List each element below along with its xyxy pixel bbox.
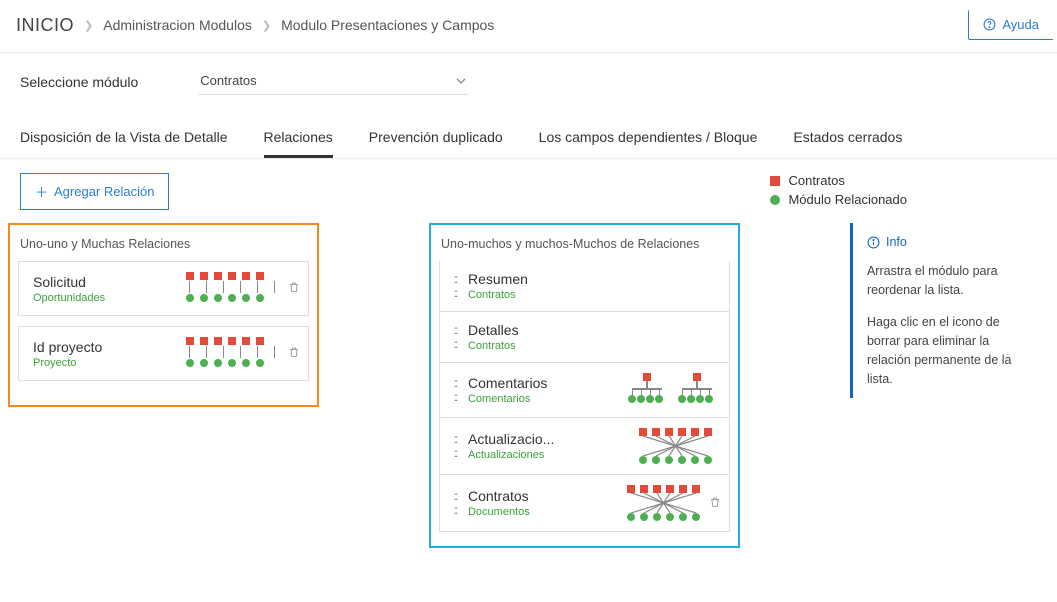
relation-card[interactable]: :::: Resumen Contratos: [439, 261, 730, 312]
legend-red-label: Contratos: [788, 173, 844, 188]
tab-dependent[interactable]: Los campos dependientes / Bloque: [539, 129, 758, 158]
drag-handle-icon[interactable]: ::::: [448, 376, 462, 404]
topbar: INICIO ❯ Administracion Modulos ❯ Modulo…: [0, 0, 1057, 53]
breadcrumb-l2[interactable]: Modulo Presentaciones y Campos: [281, 17, 494, 33]
help-label: Ayuda: [1002, 17, 1039, 32]
relation-sub: Oportunidades: [33, 292, 123, 304]
relation-card[interactable]: Id proyecto Proyecto: [18, 326, 309, 381]
info-circle-icon: [867, 236, 880, 249]
delete-relation-button[interactable]: [288, 280, 300, 297]
many-many-diagram: [627, 485, 703, 521]
breadcrumb-l1[interactable]: Administracion Modulos: [103, 17, 252, 33]
tabs: Disposición de la Vista de Detalle Relac…: [0, 103, 1057, 159]
delete-relation-button[interactable]: [709, 495, 721, 512]
tab-duplicate[interactable]: Prevención duplicado: [369, 129, 503, 158]
relation-card[interactable]: :::: Actualizacio... Actualizaciones: [439, 418, 730, 475]
tab-relations[interactable]: Relaciones: [264, 129, 333, 158]
legend-green-swatch: [770, 195, 780, 205]
module-select[interactable]: Contratos: [198, 69, 468, 95]
relation-card[interactable]: :::: Detalles Contratos: [439, 312, 730, 363]
info-text: Haga clic en el icono de borrar para eli…: [867, 313, 1035, 388]
relation-sub: Comentarios: [468, 393, 558, 405]
chevron-down-icon: [456, 76, 466, 86]
tab-layout[interactable]: Disposición de la Vista de Detalle: [20, 129, 228, 158]
delete-relation-button[interactable]: [288, 345, 300, 362]
drag-handle-icon[interactable]: ::::: [448, 432, 462, 460]
tab-closed[interactable]: Estados cerrados: [793, 129, 902, 158]
relation-title: Id proyecto: [33, 339, 123, 355]
chevron-right-icon: ❯: [84, 19, 93, 32]
drag-handle-icon[interactable]: ::::: [448, 323, 462, 351]
legend-green-label: Módulo Relacionado: [788, 192, 907, 207]
breadcrumb-home[interactable]: INICIO: [16, 15, 74, 36]
relation-sub: Proyecto: [33, 357, 123, 369]
one-many-panel: Uno-muchos y muchos-Muchos de Relaciones…: [429, 223, 740, 548]
relation-sub: Actualizaciones: [468, 449, 558, 461]
one-many-title: Uno-muchos y muchos-Muchos de Relaciones: [441, 237, 728, 251]
one-one-panel: Uno-uno y Muchas Relaciones Solicitud Op…: [8, 223, 319, 407]
question-circle-icon: [983, 18, 996, 31]
relation-title: Resumen: [468, 271, 558, 287]
relation-title: Actualizacio...: [468, 431, 558, 447]
help-button[interactable]: Ayuda: [968, 10, 1053, 40]
one-many-diagram: [629, 373, 715, 407]
drag-handle-icon[interactable]: ::::: [448, 272, 462, 300]
module-selector-label: Seleccione módulo: [20, 74, 138, 90]
columns: Uno-uno y Muchas Relaciones Solicitud Op…: [0, 211, 1057, 548]
one-one-diagram: [186, 272, 282, 305]
module-selector-row: Seleccione módulo Contratos: [0, 53, 1057, 103]
info-panel: Info Arrastra el módulo para reordenar l…: [850, 223, 1049, 398]
relation-sub: Contratos: [468, 340, 558, 352]
info-text: Arrastra el módulo para reordenar la lis…: [867, 262, 1035, 300]
relation-title: Comentarios: [468, 375, 558, 391]
legend: Contratos Módulo Relacionado: [770, 173, 1037, 211]
relation-title: Contratos: [468, 488, 558, 504]
relation-title: Detalles: [468, 322, 558, 338]
relation-card[interactable]: :::: Comentarios Comentarios: [439, 363, 730, 418]
legend-red-swatch: [770, 176, 780, 186]
relation-sub: Documentos: [468, 506, 558, 518]
relation-card[interactable]: :::: Contratos Documentos: [439, 475, 730, 532]
toolbar-row: ＋ Agregar Relación Contratos Módulo Rela…: [0, 159, 1057, 211]
many-many-diagram: [639, 428, 715, 464]
plus-icon: ＋: [35, 182, 48, 201]
relation-title: Solicitud: [33, 274, 123, 290]
module-select-value: Contratos: [200, 73, 256, 88]
relation-sub: Contratos: [468, 289, 558, 301]
breadcrumb: INICIO ❯ Administracion Modulos ❯ Modulo…: [16, 15, 494, 36]
one-one-title: Uno-uno y Muchas Relaciones: [20, 237, 307, 251]
drag-handle-icon[interactable]: ::::: [448, 489, 462, 517]
add-relation-button[interactable]: ＋ Agregar Relación: [20, 173, 169, 210]
relation-card[interactable]: Solicitud Oportunidades: [18, 261, 309, 316]
one-one-diagram: [186, 337, 282, 370]
chevron-right-icon: ❯: [262, 19, 271, 32]
info-title: Info: [867, 233, 1035, 252]
add-relation-label: Agregar Relación: [54, 184, 154, 199]
